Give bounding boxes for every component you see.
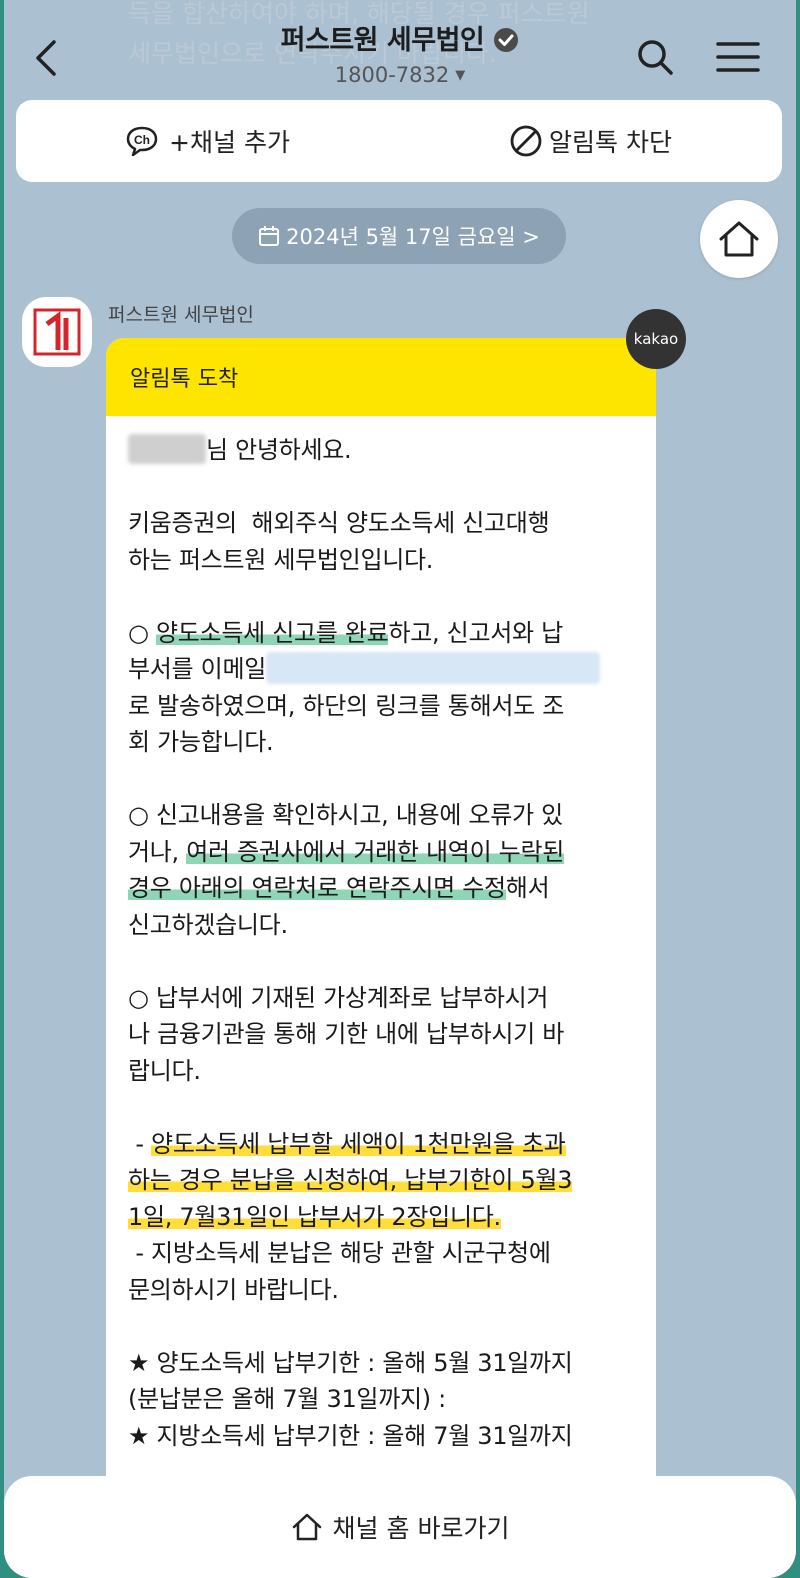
caret-down-icon: ▼ <box>455 68 466 83</box>
add-channel-label: +채널 추가 <box>169 128 290 157</box>
home-button[interactable] <box>700 200 778 278</box>
p1-highlight: 양도소득세 신고를 완료 <box>155 618 389 647</box>
greeting-text: 님 안녕하세요. <box>206 436 352 464</box>
p4-suffix: - 지방소득세 분납은 해당 관할 시군구청에 문의하시기 바랍니다. <box>128 1239 551 1304</box>
p4-prefix: - <box>128 1129 152 1158</box>
paragraph-installment: - 양도소득세 납부할 세액이 1천만원을 초과 하는 경우 분납을 신청하여,… <box>128 1126 634 1309</box>
sender-name: 퍼스트원 세무법인 <box>108 304 254 326</box>
message-bubble: 알림톡 도착 님 안녕하세요. 키움증권의 해외주식 양도소득세 신고대행 하는… <box>106 338 656 1578</box>
date-label: 2024년 5월 17일 금요일 > <box>286 225 540 249</box>
intro-paragraph: 키움증권의 해외주식 양도소득세 신고대행 하는 퍼스트원 세무법인입니다. <box>128 509 550 574</box>
blurred-name <box>128 434 206 464</box>
message-header: 알림톡 도착 <box>106 338 656 416</box>
paragraph-deadlines: ★ 양도소득세 납부기한 : 올해 5월 31일까지 (분납분은 올해 7월 3… <box>128 1348 573 1450</box>
channel-title: 퍼스트원 세무법인 <box>280 25 485 56</box>
verified-icon <box>494 28 519 52</box>
svg-text:Ch: Ch <box>134 133 150 147</box>
channel-add-icon: Ch <box>126 126 158 157</box>
p2-highlight: 여러 증권사에서 거래한 내역이 누락된 경우 아래의 연락처로 연락주시면 수… <box>128 837 565 902</box>
paragraph-payment: ○ 납부서에 기재된 가상계좌로 납부하시거 나 금융기관을 통해 기한 내에 … <box>128 983 565 1085</box>
greeting-line: 님 안녕하세요. <box>128 432 634 469</box>
kakao-badge: kakao <box>626 309 686 369</box>
blurred-email <box>266 652 601 684</box>
p1-prefix: ○ <box>128 618 156 647</box>
block-alimtalk-label: 알림톡 차단 <box>549 128 672 157</box>
logo-icon <box>33 308 81 356</box>
top-bar: 퍼스트원 세무법인 1800-7832 ▼ <box>4 0 796 100</box>
channel-home-label: 채널 홈 바로가기 <box>332 1514 510 1543</box>
title-block: 퍼스트원 세무법인 1800-7832 ▼ <box>4 18 796 87</box>
date-pill[interactable]: 2024년 5월 17일 금요일 > <box>232 208 566 264</box>
calendar-icon <box>259 226 280 246</box>
p4-highlight: 양도소득세 납부할 세액이 1천만원을 초과 하는 경우 분납을 신청하여, 납… <box>128 1129 573 1231</box>
home-icon <box>292 1513 321 1541</box>
block-alimtalk-button[interactable]: 알림톡 차단 <box>399 100 782 182</box>
paragraph-filing-complete: ○ 양도소득세 신고를 완료하고, 신고서와 납 부서를 이메일 로 발송하였으… <box>128 615 634 761</box>
channel-home-button[interactable]: 채널 홈 바로가기 <box>4 1476 796 1578</box>
add-channel-button[interactable]: Ch +채널 추가 <box>16 100 399 182</box>
home-icon <box>719 221 759 257</box>
paragraph-check-contents: ○ 신고내용을 확인하시고, 내용에 오류가 있 거나, 여러 증권사에서 거래… <box>128 797 634 943</box>
search-icon[interactable] <box>636 38 674 76</box>
chat-screen: 득을 합산하여야 하며, 해당될 경우 퍼스트원 세무법인으로 연락주시기 바랍… <box>4 0 796 1578</box>
block-icon <box>510 125 542 157</box>
phone-number: 1800-7832 <box>334 63 450 87</box>
menu-icon[interactable] <box>716 40 760 74</box>
phone-dropdown[interactable]: 1800-7832 ▼ <box>4 63 796 87</box>
p1-suffix: 로 발송하였으며, 하단의 링크를 통해서도 조 회 가능합니다. <box>128 691 565 757</box>
avatar[interactable] <box>22 297 92 367</box>
message-body: 님 안녕하세요. 키움증권의 해외주식 양도소득세 신고대행 하는 퍼스트원 세… <box>106 416 656 1454</box>
channel-action-bar: Ch +채널 추가 알림톡 차단 <box>16 100 782 182</box>
